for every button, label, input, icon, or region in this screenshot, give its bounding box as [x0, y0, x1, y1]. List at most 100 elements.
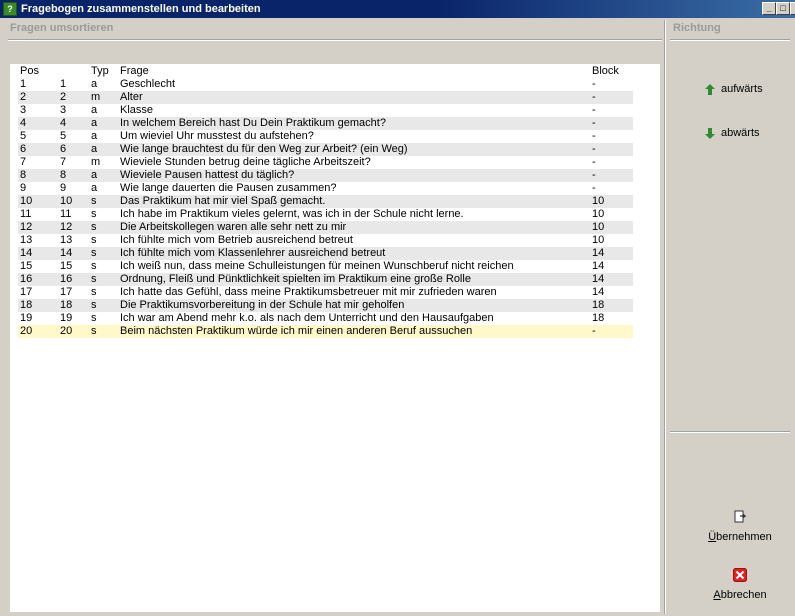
- cell-pos: 6: [20, 143, 27, 155]
- move-down-button[interactable]: abwärts: [705, 127, 760, 139]
- maximize-button[interactable]: □: [776, 2, 790, 15]
- cell-pos: 14: [20, 247, 33, 259]
- table-row[interactable]: 18 18 s Die Praktikumsvorbereitung in der S…: [18, 299, 633, 312]
- cell-block: -: [592, 91, 596, 103]
- header-block[interactable]: Block: [592, 65, 619, 78]
- cell-nr: 20: [60, 325, 73, 337]
- cell-typ: s: [91, 234, 97, 246]
- cell-block: 14: [592, 260, 605, 272]
- cell-nr: 10: [60, 195, 73, 207]
- cell-nr: 19: [60, 312, 73, 324]
- cell-typ: s: [91, 286, 97, 298]
- cell-nr: 2: [60, 91, 67, 103]
- cell-frage: Ich habe im Praktikum vieles gelernt, wa…: [120, 208, 464, 220]
- cell-block: 18: [592, 312, 605, 324]
- cell-pos: 5: [20, 130, 27, 142]
- vertical-divider: [664, 20, 666, 614]
- cell-block: 18: [592, 299, 605, 311]
- apply-button[interactable]: Übernehmen: [700, 510, 780, 543]
- table-row[interactable]: 3 3 a Klasse -: [18, 104, 633, 117]
- apply-icon: [734, 510, 747, 523]
- cell-pos: 16: [20, 273, 33, 285]
- cell-pos: 2: [20, 91, 27, 103]
- cell-typ: s: [91, 299, 97, 311]
- table-row[interactable]: 4 4 a In welchem Bereich hast Du Dein Prakt…: [18, 117, 633, 130]
- table-row[interactable]: 7 7 m Wieviele Stunden betrug deine täglich…: [18, 156, 633, 169]
- cell-block: 10: [592, 221, 605, 233]
- cell-frage: Beim nächsten Praktikum würde ich mir ei…: [120, 325, 473, 337]
- cell-block: -: [592, 169, 596, 181]
- table-row[interactable]: 14 14 s Ich fühlte mich vom Klassenlehrer a…: [18, 247, 633, 260]
- cell-typ: m: [91, 156, 101, 168]
- cell-pos: 3: [20, 104, 27, 116]
- table-row[interactable]: 12 12 s Die Arbeitskollegen waren alle sehr…: [18, 221, 633, 234]
- table-row[interactable]: 6 6 a Wie lange brauchtest du für den Weg z…: [18, 143, 633, 156]
- cell-block: -: [592, 78, 596, 90]
- table-row[interactable]: 16 16 s Ordnung, Fleiß und Pünktlichkeit sp…: [18, 273, 633, 286]
- cell-nr: 4: [60, 117, 67, 129]
- table-row[interactable]: 8 8 a Wieviele Pausen hattest du täglich? -: [18, 169, 633, 182]
- cell-pos: 17: [20, 286, 33, 298]
- cell-nr: 14: [60, 247, 73, 259]
- cell-nr: 16: [60, 273, 73, 285]
- cell-nr: 9: [60, 182, 67, 194]
- cell-typ: s: [91, 312, 97, 324]
- table-row[interactable]: 19 19 s Ich war am Abend mehr k.o. als nach…: [18, 312, 633, 325]
- cell-pos: 12: [20, 221, 33, 233]
- table-row[interactable]: 20 20 s Beim nächsten Praktikum würde ich m…: [18, 325, 633, 338]
- cell-frage: Die Praktikumsvorbereitung in der Schule…: [120, 299, 405, 311]
- cell-frage: In welchem Bereich hast Du Dein Praktiku…: [120, 117, 386, 129]
- close-button[interactable]: [790, 2, 795, 15]
- cell-typ: a: [91, 78, 98, 90]
- table-row[interactable]: 5 5 a Um wieviel Uhr musstest du aufstehen?…: [18, 130, 633, 143]
- cell-frage: Ordnung, Fleiß und Pünktlichkeit spielte…: [120, 273, 471, 285]
- cell-frage: Ich weiß nun, dass meine Schulleistungen…: [120, 260, 514, 272]
- table-row[interactable]: 17 17 s Ich hatte das Gefühl, dass meine Pr…: [18, 286, 633, 299]
- cell-typ: s: [91, 221, 97, 233]
- cell-pos: 13: [20, 234, 33, 246]
- window-title: Fragebogen zusammenstellen und bearbeite…: [21, 3, 261, 15]
- cell-pos: 9: [20, 182, 27, 194]
- header-typ[interactable]: Typ: [91, 65, 109, 78]
- cell-nr: 3: [60, 104, 67, 116]
- cell-pos: 1: [20, 78, 27, 90]
- cell-frage: Die Arbeitskollegen waren alle sehr nett…: [120, 221, 347, 233]
- cell-frage: Wieviele Stunden betrug deine tägliche A…: [120, 156, 371, 168]
- divider: [670, 39, 790, 41]
- cell-typ: a: [91, 169, 98, 181]
- cell-nr: 5: [60, 130, 67, 142]
- table-row[interactable]: 10 10 s Das Praktikum hat mir viel Spaß gem…: [18, 195, 633, 208]
- cell-block: 10: [592, 234, 605, 246]
- cell-pos: 4: [20, 117, 27, 129]
- table-row[interactable]: 9 9 a Wie lange dauerten die Pausen zusamme…: [18, 182, 633, 195]
- divider: [670, 431, 790, 433]
- cell-nr: 15: [60, 260, 73, 272]
- move-up-label: aufwärts: [721, 83, 763, 95]
- cell-block: -: [592, 325, 596, 337]
- cancel-button[interactable]: Abbrechen: [700, 568, 780, 601]
- cell-nr: 18: [60, 299, 73, 311]
- cancel-icon: [733, 568, 747, 582]
- table-row[interactable]: 15 15 s Ich weiß nun, dass meine Schulleist…: [18, 260, 633, 273]
- cell-frage: Wie lange brauchtest du für den Weg zur …: [120, 143, 408, 155]
- table-row[interactable]: 2 2 m Alter -: [18, 91, 633, 104]
- table-row[interactable]: 13 13 s Ich fühlte mich vom Betrieb ausreic…: [18, 234, 633, 247]
- cell-block: -: [592, 143, 596, 155]
- header-pos[interactable]: Pos: [20, 65, 39, 78]
- move-down-label: abwärts: [721, 127, 760, 139]
- cell-typ: a: [91, 117, 98, 129]
- cell-typ: s: [91, 208, 97, 220]
- cell-frage: Das Praktikum hat mir viel Spaß gemacht.: [120, 195, 326, 207]
- table-row[interactable]: 1 1 a Geschlecht -: [18, 78, 633, 91]
- cell-typ: a: [91, 104, 98, 116]
- cell-block: -: [592, 130, 596, 142]
- header-frage[interactable]: Frage: [120, 65, 149, 78]
- apply-label: Übernehmen: [708, 531, 772, 543]
- cell-block: 10: [592, 195, 605, 207]
- cell-frage: Ich fühlte mich vom Betrieb ausreichend …: [120, 234, 353, 246]
- cell-typ: s: [91, 260, 97, 272]
- minimize-button[interactable]: _: [762, 2, 776, 15]
- move-up-button[interactable]: aufwärts: [705, 83, 763, 95]
- table-row[interactable]: 11 11 s Ich habe im Praktikum vieles gelern…: [18, 208, 633, 221]
- title-bar: ? Fragebogen zusammenstellen und bearbei…: [0, 0, 795, 18]
